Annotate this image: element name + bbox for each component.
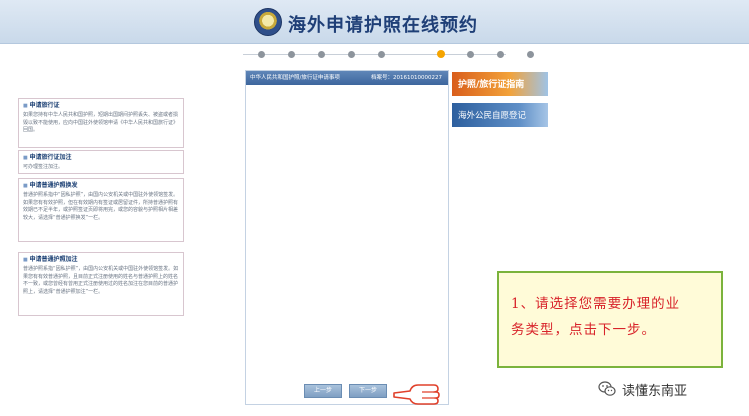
progress-step [258,51,265,58]
national-emblem-icon [254,8,282,36]
progress-step-active [437,50,445,58]
watermark: 读懂东南亚 [598,378,687,400]
option-travel-document-endorsement[interactable]: 申请旅行证加注 可办理签注加注。 [18,150,184,174]
callout-line-2: 务类型，点击下一步。 [511,322,656,338]
progress-step [467,51,474,58]
progress-bar [0,44,749,66]
citizen-register-banner[interactable]: 海外公民自愿登记 [452,103,548,127]
progress-step [497,51,504,58]
option-passport-renewal[interactable]: 申请普通护照换发 普通护照系指中“因私护照”，由国内公安机关或中国驻外使领馆签发… [18,178,184,242]
option-description: 普通护照系指中“因私护照”，由国内公安机关或中国驻外使领馆签发。如果您有有效护照… [23,192,179,221]
option-passport-endorsement[interactable]: 申请普通护照加注 普通护照系指“因私护照”，由国内公安机关或中国驻外使领馆签发。… [18,252,184,316]
application-form: 中华人民共和国护照/旅行证申请事项 档案号：20161010000227 [245,70,449,405]
option-description: 可办理签注加注。 [23,164,64,170]
page-title: 海外申请护照在线预约 [288,15,478,36]
progress-step [527,51,534,58]
file-number: 档案号：20161010000227 [371,75,442,81]
form-header: 中华人民共和国护照/旅行证申请事项 档案号：20161010000227 [246,71,448,85]
progress-step [318,51,325,58]
option-title: 申请旅行证 [23,101,179,111]
banner-label: 海外公民自愿登记 [458,111,527,121]
prev-step-button[interactable]: 上一步 [304,384,342,398]
wechat-icon [598,381,616,396]
option-title: 申请旅行证加注 [23,153,179,163]
option-description: 如果您持有中华人民共和国护照，短期出国期间护照丢失、被盗或者损毁以致不能使用，应… [23,112,179,134]
progress-step [288,51,295,58]
passport-guide-banner[interactable]: 护照/旅行证指南 [452,72,548,96]
instruction-callout: 1、请选择您需要办理的业 务类型，点击下一步。 [497,271,723,368]
next-step-button[interactable]: 下一步 [349,384,387,398]
option-title: 申请普通护照加注 [23,255,179,265]
form-header-title: 中华人民共和国护照/旅行证申请事项 [250,75,340,81]
watermark-text: 读懂东南亚 [622,383,688,399]
pointing-hand-icon [393,384,440,405]
progress-step [378,51,385,58]
option-title: 申请普通护照换发 [23,181,179,191]
banner-label: 护照/旅行证指南 [458,80,525,90]
option-description: 普通护照系指“因私护照”，由国内公安机关或中国驻外使领馆签发。如果您有有效普通护… [23,266,179,295]
progress-step [348,51,355,58]
site-header: 海外申请护照在线预约 [0,0,749,44]
callout-line-1: 1、请选择您需要办理的业 [511,296,681,312]
option-travel-document[interactable]: 申请旅行证 如果您持有中华人民共和国护照，短期出国期间护照丢失、被盗或者损毁以致… [18,98,184,148]
